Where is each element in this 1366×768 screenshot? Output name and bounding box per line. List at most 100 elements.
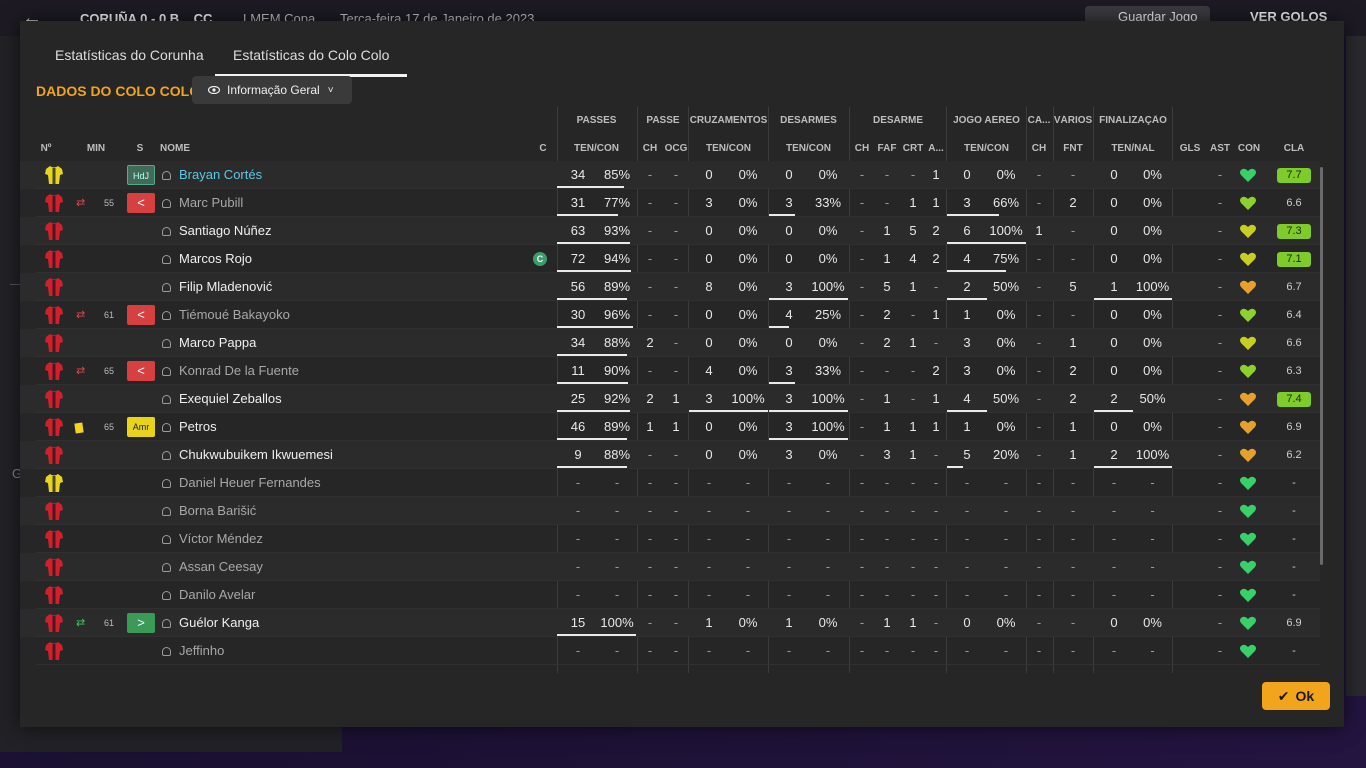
fouls: - [884, 643, 890, 658]
player-name[interactable]: Tiémoué Bakayoko [162, 301, 290, 329]
player-profile-icon [162, 591, 171, 600]
col-header-desarme-ch[interactable]: CH [852, 143, 872, 154]
col-header-name[interactable]: NOME [160, 143, 190, 154]
shots: 2 [1110, 447, 1118, 462]
col-header-number[interactable]: Nº [36, 143, 56, 154]
col-header-desarmes[interactable]: TEN/CON [769, 143, 848, 154]
tab-colo-colo-stats[interactable]: Estatísticas do Colo Colo [214, 47, 408, 77]
table-row[interactable]: Marcos Rojo C 72 94% - -0 0% 0 0% -1 4 2 4 75% - -0 0% -7… [20, 245, 1320, 273]
col-header-desarme-a[interactable]: A... [926, 143, 946, 154]
table-row[interactable]: Danilo Avelar - - - - - - - - - - - - - - - - - - - - [20, 581, 1320, 609]
ca-ch: - [1036, 503, 1042, 518]
col-header-passe-ocg[interactable]: OCG [663, 143, 689, 154]
tackles-completion: 25% [814, 307, 842, 322]
col-header-goals[interactable]: GLS [1178, 143, 1202, 154]
fouls: 1 [883, 223, 891, 238]
player-name[interactable]: Borna Barišić [162, 497, 256, 525]
table-row[interactable]: Exequiel Zeballos 25 92% 2 1 3 100% 3 100% -1-1 4 5… [20, 385, 1320, 413]
table-row[interactable]: Santiago Núñez 63 93% - - 0 0% 0 0% - 1 5 2 6 100% 1 - 0 0… [20, 217, 1320, 245]
yellow-card-icon [74, 422, 84, 434]
shots-on-target-pct: 0% [1143, 167, 1162, 182]
player-name[interactable]: Daniel Heuer Fernandes [162, 469, 321, 497]
table-row[interactable]: Filip Mladenović 56 89% - -8 0% 3 100% -5 1-2 50% -… [20, 273, 1320, 301]
table-row[interactable]: ⇄ 61 > Guélor Kanga 15 100% - -1 0% 1 0% -1 1-0 0% - -0… [20, 609, 1320, 637]
table-scrollbar[interactable] [1320, 167, 1323, 565]
col-header-assists[interactable]: AST [1208, 143, 1232, 154]
interceptions: - [859, 391, 865, 406]
clearances: - [910, 503, 916, 518]
col-header-cruzamentos[interactable]: TEN/CON [689, 143, 768, 154]
col-header-jogo-aereo[interactable]: TEN/CON [947, 143, 1026, 154]
blocks: - [933, 587, 939, 602]
player-name[interactable]: Danilo Avelar [162, 581, 255, 609]
player-name[interactable]: Brayan Cortés [162, 161, 262, 189]
key-passes: - [647, 195, 653, 210]
player-name[interactable]: Marc Pubill [162, 189, 243, 217]
col-header-condition[interactable]: CON [1236, 143, 1262, 154]
table-row[interactable]: Assan Ceesay - - - - - - - - - - - - - - - - - - - - [20, 553, 1320, 581]
col-header-desarme-faf[interactable]: FAF [876, 143, 898, 154]
goals [1178, 329, 1202, 357]
blocks: - [933, 279, 939, 294]
interceptions: - [859, 251, 865, 266]
fouls: 2 [883, 307, 891, 322]
tab-corunha-stats[interactable]: Estatísticas do Corunha [55, 47, 204, 63]
assists: - [1217, 475, 1223, 490]
minute-label [97, 525, 121, 553]
headers-completion: - [1003, 531, 1009, 546]
table-row[interactable]: HdJ Brayan Cortés 34 85% - - 0 0% 0 0% - - - 1 0 0% - - 0 0… [20, 161, 1320, 189]
group-header-desarme: DESARME [872, 115, 923, 126]
col-header-c[interactable]: C [537, 143, 549, 154]
tackles-attempted: 0 [785, 335, 793, 350]
table-row[interactable]: ⇄ 65 < Konrad De la Fuente 11 90% - - 4 0% 3 33% - - -… [20, 357, 1320, 385]
player-name[interactable]: Konrad De la Fuente [162, 357, 299, 385]
player-name[interactable]: Guélor Kanga [162, 609, 259, 637]
col-header-desarme-crt[interactable]: CRT [902, 143, 924, 154]
crosses-attempted: 0 [705, 335, 713, 350]
player-name[interactable]: Chukwubuikem Ikwuemesi [162, 441, 333, 469]
table-row[interactable]: Daniel Heuer Fernandes - - - - - - - - - - - - - - - - - -… [20, 469, 1320, 497]
table-row[interactable]: Borna Barišić - - - - - - - - - - - - - - - - - - - - [20, 497, 1320, 525]
key-passes: - [647, 447, 653, 462]
col-header-ca-ch[interactable]: CH [1029, 143, 1049, 154]
headers-attempted: 0 [963, 615, 971, 630]
table-row[interactable]: Jeffinho - - - - - - - - - - - - - - - - - - - - [20, 637, 1320, 665]
ok-button[interactable]: ✔ Ok [1262, 682, 1330, 710]
blocks: 2 [932, 363, 940, 378]
yellow-card-badge: Amr [127, 417, 155, 437]
shots-on-target-pct: 0% [1143, 335, 1162, 350]
tackles-completion: - [825, 559, 831, 574]
col-header-finalizacao[interactable]: TEN/NAL [1094, 143, 1172, 154]
player-name[interactable]: Santiago Núñez [162, 217, 272, 245]
assists: - [1217, 335, 1223, 350]
view-dropdown[interactable]: Informação Geral ˅ [192, 76, 352, 104]
fouls-against: - [1070, 167, 1076, 182]
player-name[interactable]: Marcos Rojo [162, 245, 252, 273]
table-row[interactable]: ⇄ 61 < Tiémoué Bakayoko 30 96% - - 0 0% 4 25% - 2 - 1 1 0… [20, 301, 1320, 329]
col-header-rating[interactable]: CLA [1278, 143, 1310, 154]
ca-ch: 1 [1035, 223, 1043, 238]
player-name[interactable]: Petros [162, 413, 217, 441]
goals [1178, 581, 1202, 609]
col-header-passes[interactable]: TEN/CON [557, 143, 636, 154]
col-header-passe-ch[interactable]: CH [640, 143, 660, 154]
player-name[interactable]: Víctor Méndez [162, 525, 263, 553]
passes-attempted: 46 [570, 419, 586, 434]
shots-on-target-pct: - [1150, 503, 1155, 518]
table-row[interactable]: ⇄ 55 < Marc Pubill 31 77% - - 3 0% 3 33% - - 1 1 3 66% - 2 0… [20, 189, 1320, 217]
player-name[interactable]: Marco Pappa [162, 329, 256, 357]
view-dropdown-label: Informação Geral [227, 83, 320, 97]
table-row[interactable]: Marco Pappa 34 88% 2 - 0 0% 0 0% - 2 1 - 3 0% - 1 0 0% - 6.6 [20, 329, 1320, 357]
player-name[interactable]: Exequiel Zeballos [162, 385, 282, 413]
clearances: - [910, 391, 916, 406]
col-header-s[interactable]: S [134, 143, 146, 154]
table-row[interactable]: Chukwubuikem Ikwuemesi 9 88% - - 0 0% 3 0% - 3 1 - 5 2… [20, 441, 1320, 469]
player-name[interactable]: Jeffinho [162, 637, 224, 665]
col-header-min[interactable]: MIN [84, 143, 108, 154]
player-name[interactable]: Assan Ceesay [162, 553, 263, 581]
player-name[interactable]: Filip Mladenović [162, 273, 272, 301]
col-header-varios-fnt[interactable]: FNT [1060, 143, 1086, 154]
table-row[interactable]: 65 Amr Petros 46 89% 1 1 0 0% 3 100% -1 1 1 1 0% -1 0 0% -6… [20, 413, 1320, 441]
table-row[interactable]: Víctor Méndez - - - - - - - - - - - - - - - - - - - - [20, 525, 1320, 553]
crosses-completion: 0% [738, 251, 758, 266]
